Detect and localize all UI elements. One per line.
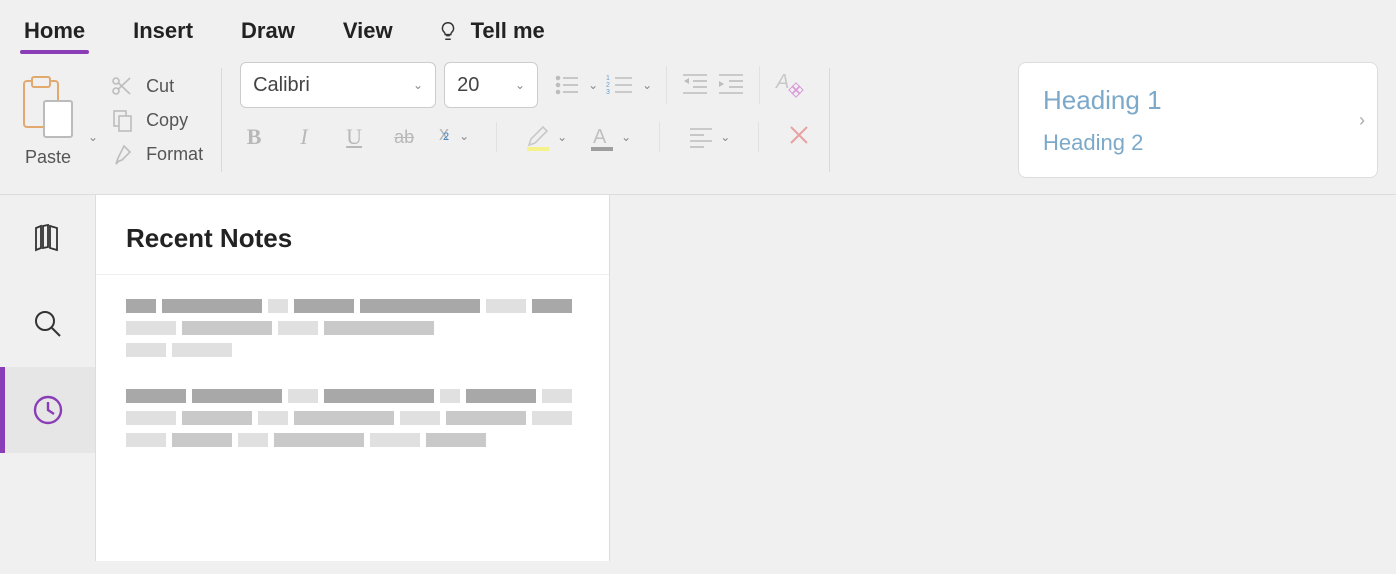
x-icon [787,123,811,147]
italic-button[interactable]: I [290,123,318,151]
font-family-value: Calibri [253,74,310,97]
chevron-down-icon: ⌄ [642,78,652,92]
chevron-down-icon: ⌄ [515,78,525,92]
highlighter-icon [525,123,551,151]
subscript-button[interactable]: x2 ⌄ [440,123,468,151]
sidebar-search[interactable] [0,281,95,367]
paste-button[interactable]: Paste [18,73,78,168]
delete-button[interactable] [787,123,811,152]
content-area: Recent Notes [0,195,1396,561]
svg-text:2: 2 [606,82,610,89]
chevron-down-icon: ⌄ [413,78,423,92]
search-icon [32,308,64,340]
numbering-icon: 1 2 3 [606,73,636,97]
cut-label: Cut [146,76,174,97]
outdent-icon [681,71,709,95]
chevron-down-icon: ⌄ [557,130,567,144]
tab-insert[interactable]: Insert [129,10,197,52]
bold-button[interactable]: B [240,123,268,151]
chevron-down-icon: ⌄ [459,129,469,143]
separator [758,122,759,152]
copy-icon [108,106,136,134]
subscript-marker: 2 [443,131,449,143]
clipboard-icon [18,73,78,143]
note-canvas[interactable] [610,195,1396,561]
recent-notes-panel: Recent Notes [96,195,610,561]
numbering-button[interactable]: 1 2 3 ⌄ [606,73,652,97]
style-heading-1[interactable]: Heading 1 [1043,85,1323,116]
tab-home[interactable]: Home [20,10,89,52]
lightbulb-icon [437,20,459,42]
sidebar-notebooks[interactable] [0,195,95,281]
indent-button[interactable] [717,71,745,100]
indent-icon [717,71,745,95]
cut-button[interactable]: Cut [108,72,203,100]
notes-list [96,275,609,471]
separator [221,68,222,172]
chevron-down-icon: ⌄ [720,130,730,144]
format-label: Format [146,144,203,165]
font-color-button[interactable]: A ⌄ [589,123,631,151]
scissors-icon [108,72,136,100]
font-color-icon: A [589,123,615,151]
font-size-select[interactable]: 20 ⌄ [444,62,538,108]
ribbon-tabs: Home Insert Draw View Tell me [0,0,1396,52]
notebooks-icon [30,220,66,256]
clear-formatting-icon: A [774,68,804,98]
ribbon-home: Paste ⌄ Cut Copy Format [0,52,1396,195]
font-group: Calibri ⌄ 20 ⌄ ⌄ 1 2 [240,62,811,178]
paste-dropdown[interactable]: ⌄ [88,130,98,144]
svg-text:1: 1 [606,75,610,82]
tell-me-label: Tell me [471,18,545,44]
underline-button[interactable]: U [340,123,368,151]
svg-text:A: A [775,71,789,93]
copy-label: Copy [146,110,188,131]
svg-text:3: 3 [606,89,610,96]
clear-formatting-button[interactable]: A [774,68,804,103]
separator [666,66,667,104]
separator [496,122,497,152]
bullets-icon [554,73,582,97]
list-item[interactable] [126,299,579,357]
chevron-down-icon: ⌄ [588,78,598,92]
align-left-icon [688,126,714,148]
sidebar-recent[interactable] [0,367,95,453]
align-button[interactable]: ⌄ [688,126,730,148]
format-painter-button[interactable]: Format [108,140,203,168]
separator [829,68,830,172]
outdent-button[interactable] [681,71,709,100]
style-heading-2[interactable]: Heading 2 [1043,130,1323,156]
tell-me-search[interactable]: Tell me [437,18,545,44]
styles-gallery[interactable]: Heading 1 Heading 2 › [1018,62,1378,178]
tab-view[interactable]: View [339,10,397,52]
chevron-right-icon: › [1359,110,1365,130]
bullets-button[interactable]: ⌄ [554,73,598,97]
sidebar [0,195,96,561]
separator [659,122,660,152]
list-item[interactable] [126,389,579,447]
copy-button[interactable]: Copy [108,106,203,134]
svg-text:A: A [593,126,607,148]
font-size-value: 20 [457,74,479,97]
separator [759,66,760,104]
clipboard-group: Paste ⌄ Cut Copy Format [18,62,203,178]
panel-title: Recent Notes [96,195,609,275]
chevron-down-icon: ⌄ [621,130,631,144]
tab-draw[interactable]: Draw [237,10,299,52]
styles-expand[interactable]: › [1347,110,1377,131]
font-family-select[interactable]: Calibri ⌄ [240,62,436,108]
strikethrough-button[interactable]: ab [390,123,418,151]
paintbrush-icon [108,140,136,168]
paste-label: Paste [25,147,71,168]
highlight-button[interactable]: ⌄ [525,123,567,151]
clock-icon [31,393,65,427]
